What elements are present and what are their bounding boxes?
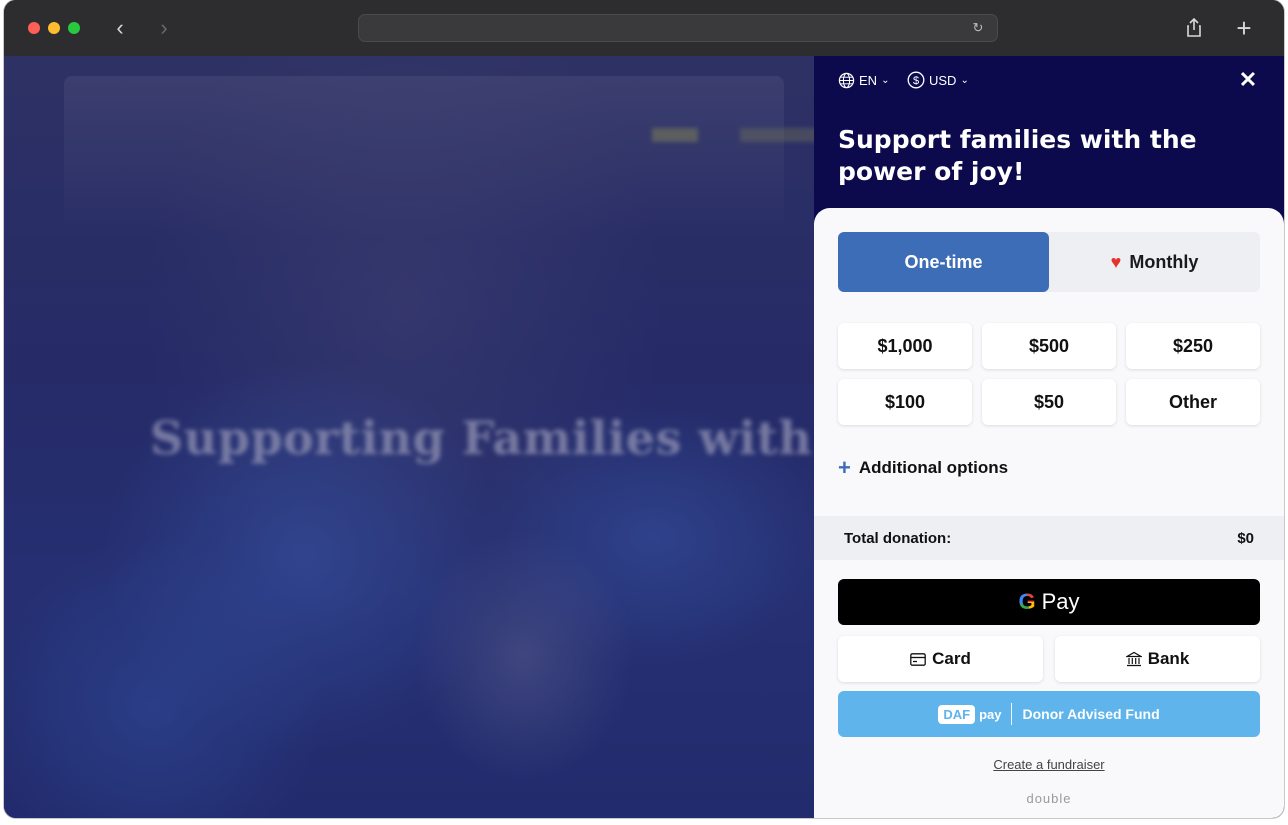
modal-overlay[interactable]: [4, 56, 814, 818]
other-amount-button[interactable]: Other: [1126, 379, 1260, 425]
bank-payment-button[interactable]: Bank: [1055, 636, 1260, 682]
card-payment-button[interactable]: Card: [838, 636, 1043, 682]
hero-background-image: Supporting Families with the: [4, 56, 814, 818]
additional-options-toggle[interactable]: + Additional options: [838, 455, 1009, 480]
google-icon: G: [1018, 589, 1036, 614]
currency-selector[interactable]: $ USD ⌄: [907, 70, 969, 90]
language-label: EN: [859, 72, 878, 88]
zoom-window-button[interactable]: [68, 22, 80, 34]
powered-by-logo: double: [1026, 791, 1072, 806]
google-pay-button[interactable]: G Pay: [838, 579, 1260, 625]
bank-payment-label: Bank: [1147, 649, 1190, 668]
amount-button[interactable]: $1,000: [838, 323, 972, 369]
credit-card-icon: [910, 652, 926, 666]
share-icon[interactable]: [1180, 14, 1208, 42]
amount-button[interactable]: $100: [838, 379, 972, 425]
divider: [1011, 703, 1013, 725]
amount-button[interactable]: $50: [982, 379, 1116, 425]
panel-title: Support families with the power of joy!: [838, 125, 1197, 186]
chevron-down-icon: ⌄: [960, 74, 969, 86]
minimize-window-button[interactable]: [48, 22, 60, 34]
daf-pay-label: Donor Advised Fund: [1022, 706, 1160, 722]
google-pay-label: Pay: [1041, 589, 1080, 614]
tab-one-time[interactable]: One-time: [838, 232, 1049, 292]
browser-toolbar: ‹ › ↻ +: [4, 0, 1284, 56]
tab-one-time-label: One-time: [904, 251, 983, 272]
globe-icon: [838, 72, 855, 88]
frequency-toggle: One-time ♥ Monthly: [838, 232, 1260, 292]
page-viewport: Supporting Families with the EN ⌄ $ USD …: [4, 56, 1284, 818]
donation-form: One-time ♥ Monthly $1,000 $500 $250 $100…: [814, 208, 1284, 818]
daf-logo-pay: pay: [979, 706, 1002, 722]
daf-logo-box: DAF: [938, 704, 976, 724]
create-fundraiser-link[interactable]: Create a fundraiser: [814, 757, 1284, 772]
chevron-right-icon[interactable]: ›: [150, 14, 178, 42]
donation-panel: EN ⌄ $ USD ⌄ ✕ Support families with the…: [814, 56, 1284, 818]
close-window-button[interactable]: [28, 22, 40, 34]
tab-monthly[interactable]: ♥ Monthly: [1049, 232, 1260, 292]
total-donation-label: Total donation:: [844, 529, 952, 547]
dollar-icon: $: [907, 71, 925, 89]
chevron-down-icon: ⌄: [881, 74, 890, 86]
additional-options-label: Additional options: [858, 458, 1009, 477]
svg-text:$: $: [913, 75, 919, 87]
daf-pay-logo: DAF pay: [938, 704, 1002, 724]
total-donation-row: Total donation: $0: [814, 516, 1284, 560]
panel-header: EN ⌄ $ USD ⌄ ✕ Support families with the…: [814, 56, 1284, 216]
tab-monthly-label: Monthly: [1129, 251, 1199, 272]
bank-icon: [1125, 651, 1142, 667]
language-selector[interactable]: EN ⌄: [838, 70, 889, 90]
total-donation-value: $0: [1237, 529, 1254, 547]
amount-button[interactable]: $250: [1126, 323, 1260, 369]
plus-icon[interactable]: +: [1230, 14, 1258, 42]
chevron-left-icon[interactable]: ‹: [106, 14, 134, 42]
close-icon[interactable]: ✕: [1236, 68, 1260, 92]
amount-button[interactable]: $500: [982, 323, 1116, 369]
currency-label: USD: [929, 72, 957, 88]
amount-grid: $1,000 $500 $250 $100 $50 Other: [838, 323, 1260, 427]
reload-icon[interactable]: ↻: [969, 19, 987, 37]
daf-pay-button[interactable]: DAF pay Donor Advised Fund: [838, 691, 1260, 737]
heart-icon: ♥: [1110, 251, 1122, 272]
plus-icon: +: [838, 455, 851, 480]
address-bar[interactable]: ↻: [358, 14, 998, 42]
browser-window: ‹ › ↻ + Supporting Families with the EN …: [4, 0, 1284, 818]
card-payment-label: Card: [932, 649, 971, 668]
